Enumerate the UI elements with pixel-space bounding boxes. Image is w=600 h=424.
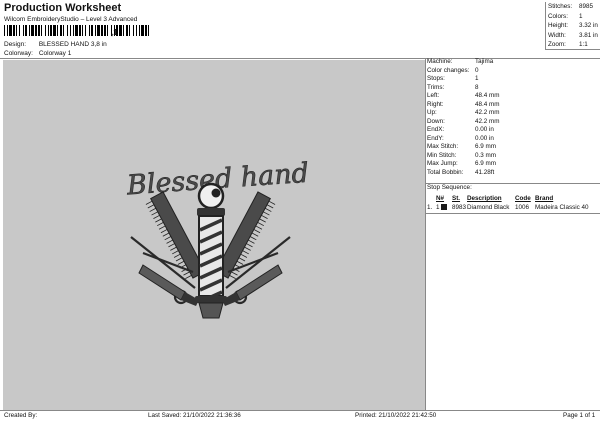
machine-info-panel: Machine: Tajima Color changes: 0 Stops: 1 T…: [427, 58, 599, 177]
footer-printed: Printed: 21/10/2022 21:42:50: [355, 412, 437, 419]
footer-last-saved: Last Saved: 21/10/2022 21:36:36: [148, 412, 241, 419]
col-description: Description: [467, 195, 502, 202]
col-n: N#: [436, 195, 445, 202]
info-row: Color changes: 0: [427, 66, 479, 74]
comb-left-icon: [145, 191, 206, 280]
design-name-row: Design: BLESSED HAND 3,8 in: [4, 41, 107, 48]
footer-divider: [0, 410, 600, 411]
design-label: Design:: [4, 41, 27, 48]
stop-divider: [426, 213, 600, 214]
colorway-value: Colorway 1: [38, 50, 72, 57]
colorway-label: Colorway:: [4, 50, 33, 57]
colorway-row: Colorway: Colorway 1: [4, 50, 71, 57]
stop-sequence-heading: Stop Sequence:: [427, 184, 472, 191]
stat-stitches: Stitches: 8985: [548, 3, 594, 10]
table-header: N# St. Description Code Brand: [427, 194, 599, 203]
stat-colors: Colors: 1: [548, 12, 583, 20]
footer-page: Page 1 of 1: [563, 412, 596, 419]
color-swatch: [441, 204, 448, 211]
panel-divider: [425, 58, 426, 410]
footer-created-by: Created By:: [4, 412, 38, 419]
row-color-number: 1: [436, 203, 452, 212]
table-row[interactable]: 1. 1 8983 Diamond Black 1006 Madeira Cla…: [427, 203, 599, 212]
info-row: Min Stitch: 0.3 mm: [427, 151, 496, 159]
info-row: Right: 48.4 mm: [427, 100, 500, 108]
info-row: Down: 42.2 mm: [427, 117, 500, 125]
info-row: Up: 42.2 mm: [427, 109, 500, 116]
stat-height: Height: 3.32 in: [548, 22, 598, 29]
col-st: St.: [452, 195, 461, 202]
info-row: Left: 48.4 mm: [427, 92, 500, 99]
info-row: Stops: 1: [427, 75, 479, 82]
comb-right-icon: [215, 191, 276, 280]
barber-pole-icon: [195, 182, 227, 319]
embroidery-design: Blessed hand: [125, 157, 310, 319]
info-row: Trims: 8: [427, 83, 479, 91]
col-brand: Brand: [535, 195, 554, 202]
software-name: Wilcom EmbroideryStudio – Level 3 Advanc…: [4, 16, 138, 23]
info-row: Total Bobbin: 41.28ft: [427, 168, 495, 176]
stop-sequence-table: N# St. Description Code Brand 1. 1 8983 …: [427, 194, 599, 212]
design-preview[interactable]: Blessed hand: [3, 60, 425, 410]
info-row: Max Jump: 6.9 mm: [427, 160, 496, 167]
info-row: EndX: 0.00 in: [427, 126, 494, 133]
worksheet-title: Production Worksheet: [4, 2, 122, 14]
barcode-suffix: ,1: [111, 28, 118, 37]
col-code: Code: [515, 195, 531, 202]
design-value: BLESSED HAND 3,8 in: [38, 41, 107, 48]
info-row: EndY: 0.00 in: [427, 134, 494, 142]
barcode: [4, 25, 149, 36]
stat-width: Width: 3.81 in: [548, 31, 598, 39]
stat-zoom: Zoom: 1:1: [548, 41, 588, 48]
stats-panel: Stitches: 8985 Colors: 1 Height: 3.32 in Wi…: [545, 2, 600, 50]
info-row: Machine: Tajima: [427, 58, 494, 65]
info-row: Max Stitch: 6.9 mm: [427, 143, 496, 150]
